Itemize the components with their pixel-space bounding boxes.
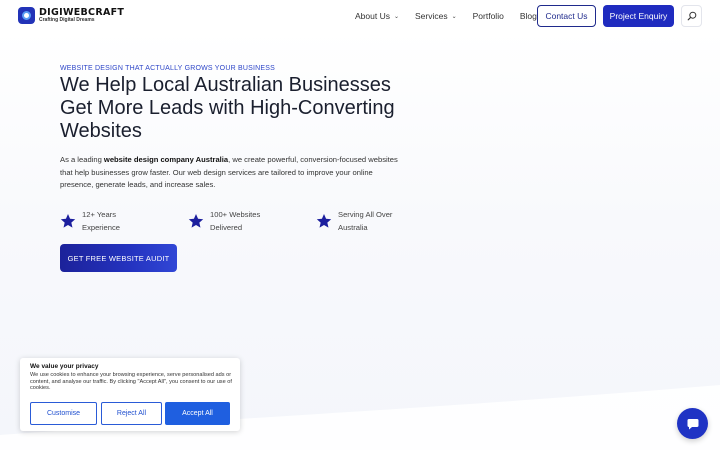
stat-label: Serving All Over Australia	[338, 210, 393, 232]
star-icon	[188, 214, 204, 228]
main-nav: About Us ⌄ Services ⌄ Portfolio Blog	[355, 11, 553, 21]
intro-prefix: As a leading	[60, 155, 104, 164]
customise-button[interactable]: Customise	[30, 402, 97, 425]
stat-label: 12+ Years Experience	[82, 210, 120, 232]
nav-item-blog[interactable]: Blog	[520, 11, 537, 21]
hero-stats: 12+ Years Experience 100+ Websites Deliv…	[60, 208, 405, 238]
stat-label: 100+ Websites Delivered	[210, 210, 261, 232]
hero-eyebrow: WEBSITE DESIGN THAT ACTUALLY GROWS YOUR …	[60, 65, 275, 72]
chevron-down-icon: ⌄	[451, 13, 457, 20]
reject-all-button[interactable]: Reject All	[101, 402, 162, 425]
chat-launcher-button[interactable]	[677, 408, 708, 439]
stat-experience: 12+ Years Experience	[60, 208, 144, 234]
hero-headline: We Help Local Australian Businesses Get …	[60, 74, 395, 142]
nav-item-label: Portfolio	[472, 11, 504, 21]
cookie-body: We use cookies to enhance your browsing …	[30, 372, 232, 392]
nav-item-label: About Us	[355, 11, 390, 21]
hero-intro: As a leading website design company Aust…	[60, 154, 405, 192]
free-website-audit-button[interactable]: GET FREE WEBSITE AUDIT	[60, 244, 177, 272]
search-icon	[687, 11, 696, 21]
star-icon	[316, 214, 332, 228]
intro-highlight-link: website design company Australia	[103, 155, 229, 164]
logo-text: DIGIWEBCRAFT Crafting Digital Dreams	[39, 8, 124, 24]
star-icon	[60, 214, 76, 228]
stat-websites: 100+ Websites Delivered	[188, 208, 272, 234]
nav-item-label: Blog	[519, 11, 537, 21]
chat-bubble-icon	[687, 418, 698, 429]
cookie-consent-banner: We value your privacy We use cookies to …	[20, 358, 240, 431]
brand-logo[interactable]: DIGIWEBCRAFT Crafting Digital Dreams	[18, 7, 124, 24]
site-header: DIGIWEBCRAFT Crafting Digital Dreams Abo…	[0, 0, 720, 32]
logo-icon	[18, 7, 35, 24]
nav-item-label: Services	[415, 11, 448, 21]
search-button[interactable]	[681, 5, 702, 27]
brand-tagline: Crafting Digital Dreams	[39, 17, 95, 24]
stat-coverage: Serving All Over Australia	[316, 208, 400, 234]
nav-item-about-us[interactable]: About Us ⌄	[355, 11, 399, 21]
brand-name: DIGIWEBCRAFT	[39, 6, 125, 18]
accept-all-button[interactable]: Accept All	[165, 402, 230, 425]
chevron-down-icon: ⌄	[393, 13, 399, 20]
nav-item-portfolio[interactable]: Portfolio	[473, 11, 504, 21]
cookie-title: We value your privacy	[30, 363, 99, 370]
contact-us-button[interactable]: Contact Us	[537, 5, 596, 27]
nav-item-services[interactable]: Services ⌄	[415, 11, 457, 21]
project-enquiry-button[interactable]: Project Enquiry	[603, 5, 674, 27]
